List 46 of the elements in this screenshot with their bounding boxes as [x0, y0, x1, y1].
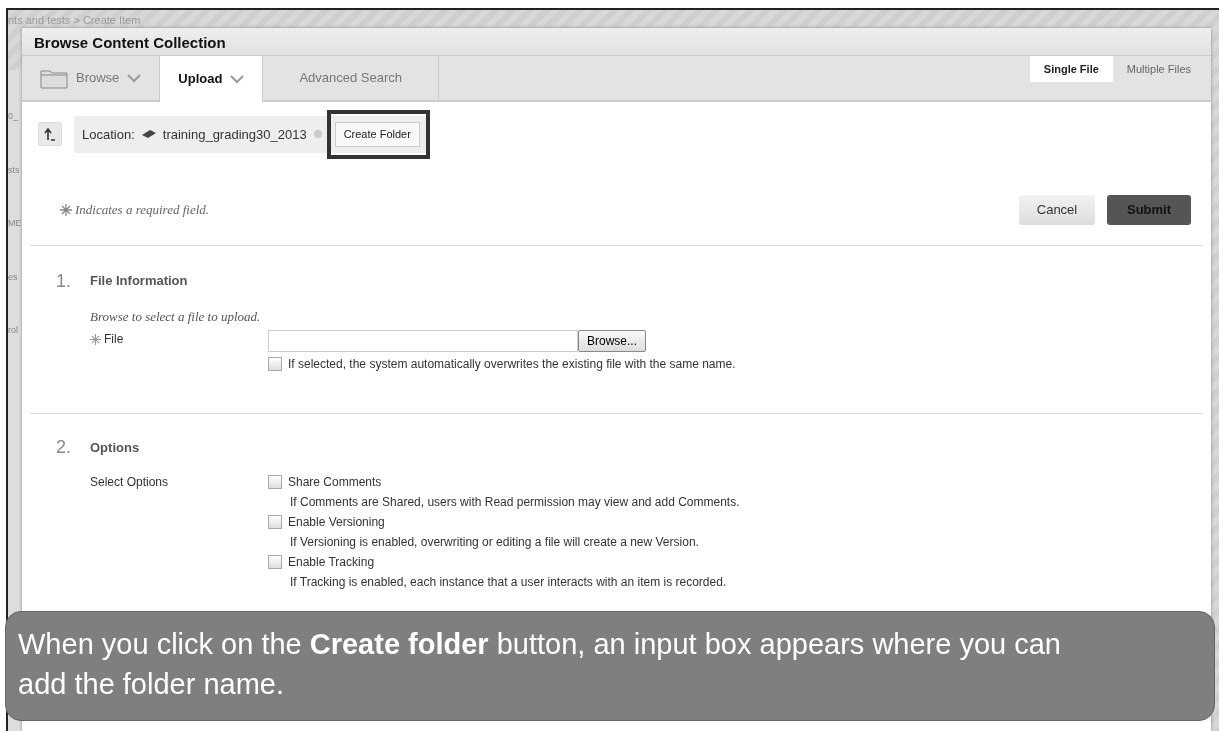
location-path: training_grading30_2013	[162, 125, 307, 144]
tab[interactable]: Browse	[22, 56, 161, 100]
checkbox[interactable]	[268, 475, 282, 489]
tab[interactable]: Advanced Search	[263, 56, 440, 100]
asterisk-icon	[60, 203, 72, 216]
mode-tab[interactable]: Single File	[1029, 56, 1113, 82]
field-label: Select Options	[90, 475, 169, 489]
up-arrow-icon	[44, 127, 56, 141]
tab[interactable]: Upload	[160, 56, 264, 102]
checkbox-label: Enable Versioning	[288, 514, 385, 531]
hint-text: Browse to select a file to upload.	[90, 307, 262, 326]
field-label: File	[104, 331, 124, 348]
cancel-button[interactable]: Cancel	[1019, 194, 1095, 225]
location-label: Location:	[82, 125, 135, 144]
checkbox[interactable]	[268, 555, 282, 569]
book-icon	[140, 129, 157, 140]
browse-button[interactable]: Browse...	[578, 330, 646, 352]
checkbox-label: Enable Tracking	[288, 554, 375, 571]
option-description: If Comments are Shared, users with Read permission may view and add Comments.	[289, 494, 740, 511]
up-folder-button[interactable]	[38, 122, 62, 147]
asterisk-icon	[90, 333, 101, 345]
option-description: If Tracking is enabled, each instance that a user interacts with an item is recorded.	[289, 574, 728, 591]
section-number: 1.	[56, 269, 72, 293]
page-text-fragment: ME	[8, 217, 22, 230]
required-note: Indicates a required field.	[75, 200, 210, 219]
chevron-down-icon	[230, 74, 245, 84]
option-description: If Versioning is enabled, overwriting or editing a file will create a new Version.	[289, 534, 700, 551]
checkbox[interactable]	[268, 357, 282, 371]
page-text-fragment: rol	[8, 324, 19, 337]
page-text-fragment: 0_	[8, 110, 19, 123]
section-number: 2.	[56, 436, 72, 459]
checkbox-label: Share Comments	[288, 474, 382, 491]
mode-tab[interactable]: Multiple Files	[1112, 56, 1205, 82]
page-text-fragment: es	[8, 270, 19, 284]
create-folder-button[interactable]: Create Folder	[334, 122, 420, 147]
checkbox[interactable]	[268, 515, 282, 529]
folder-icon	[40, 67, 68, 89]
file-field[interactable]	[268, 330, 578, 352]
caption-text: When you click on the Create folder button, an input box appears where you can add the folder name.	[5, 611, 1215, 721]
page-text-fragment: sts	[8, 163, 21, 177]
checkbox-label: If selected, the system automatically overwrites the existing file with the same name.	[288, 356, 736, 373]
circle-icon	[312, 129, 323, 140]
chevron-down-icon	[127, 73, 142, 83]
section-title: File Information	[90, 272, 188, 291]
section-title: Options	[90, 438, 140, 457]
dialog-title: Browse Content Collection	[22, 28, 1211, 56]
